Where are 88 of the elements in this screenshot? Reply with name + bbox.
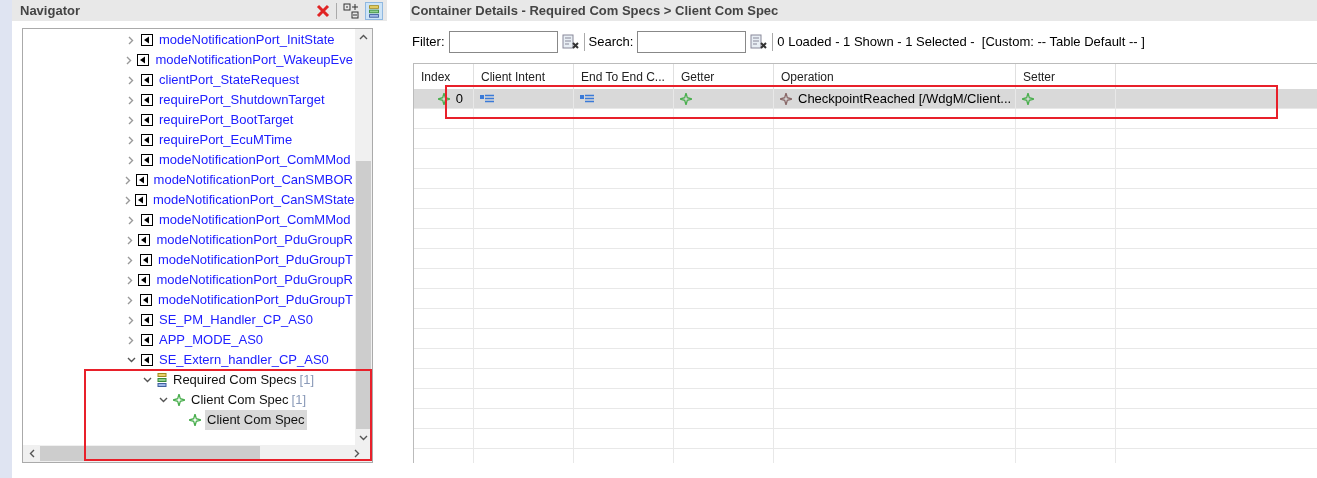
stack-icon	[157, 373, 167, 387]
star-icon	[437, 92, 450, 105]
tree-item[interactable]: Client Com Spec	[205, 410, 307, 430]
port-icon	[135, 194, 147, 206]
star-icon	[780, 92, 792, 105]
list-view-icon[interactable]	[365, 1, 383, 20]
filter-label: Filter:	[412, 33, 445, 52]
star-icon	[173, 394, 185, 406]
star-icon	[680, 92, 692, 105]
list-icon	[580, 93, 594, 104]
chevron-right-icon[interactable]	[128, 35, 134, 45]
search-field[interactable]	[637, 31, 747, 53]
scroll-up-icon[interactable]	[359, 34, 368, 40]
chevron-right-icon[interactable]	[128, 215, 134, 225]
port-icon	[141, 74, 153, 86]
port-icon	[135, 174, 148, 186]
item-count: [1]	[299, 371, 315, 390]
tree-item[interactable]: modeNotificationPort_CanSMBOR	[151, 170, 355, 190]
scrollbar-thumb[interactable]	[356, 161, 371, 429]
port-icon	[139, 254, 152, 266]
chevron-right-icon[interactable]	[128, 115, 134, 125]
chevron-right-icon[interactable]	[128, 155, 134, 165]
index-cell-text: 0	[455, 89, 463, 108]
panel-title: Navigator	[20, 1, 81, 20]
tree-item[interactable]: modeNotificationPort_ComMMod	[157, 150, 353, 170]
search-label: Search:	[588, 33, 634, 52]
port-icon	[141, 34, 153, 46]
chevron-right-icon[interactable]	[125, 195, 131, 205]
chevron-right-icon[interactable]	[126, 235, 133, 245]
tree-item[interactable]: requirePort_ShutdownTarget	[157, 90, 327, 110]
chevron-right-icon[interactable]	[128, 335, 134, 345]
tree-item[interactable]: modeNotificationPort_PduGroupR	[154, 230, 355, 250]
tree-item[interactable]: modeNotificationPort_InitState	[157, 30, 337, 50]
tree-item[interactable]: requirePort_BootTarget	[157, 110, 296, 130]
chevron-right-icon[interactable]	[127, 255, 134, 265]
tree-item[interactable]: SE_PM_Handler_CP_AS0	[157, 310, 315, 330]
status-text: 0 Loaded - 1 Shown - 1 Selected - [Custom: -- Table Default -- ]	[777, 33, 1145, 52]
expand-collapse-icon[interactable]	[343, 2, 359, 19]
chevron-right-icon[interactable]	[128, 95, 134, 105]
tree-item[interactable]: modeNotificationPort_PduGroupT	[155, 250, 355, 270]
clear-icon[interactable]	[561, 34, 580, 50]
tree-item[interactable]: modeNotificationPort_CanSMState	[151, 190, 355, 210]
chevron-right-icon[interactable]	[125, 175, 132, 185]
port-icon	[141, 94, 153, 106]
scroll-left-icon[interactable]	[28, 449, 35, 458]
chevron-down-icon[interactable]	[158, 397, 168, 403]
port-icon	[138, 234, 151, 246]
chevron-right-icon[interactable]	[128, 75, 134, 85]
port-icon	[141, 334, 153, 346]
item-count: [1]	[291, 391, 306, 410]
tree-item[interactable]: modeNotificationPort_WakeupEve	[153, 50, 355, 70]
port-icon	[141, 154, 153, 166]
chevron-right-icon[interactable]	[127, 295, 134, 305]
port-icon	[141, 354, 153, 366]
port-icon	[141, 134, 153, 146]
list-icon	[480, 93, 494, 104]
tree-item[interactable]: modeNotificationPort_PduGroupT	[155, 290, 355, 310]
tree-item[interactable]: requirePort_EcuMTime	[157, 130, 295, 150]
port-icon	[138, 274, 151, 286]
port-icon	[141, 214, 153, 226]
scroll-down-icon[interactable]	[359, 435, 368, 441]
chevron-right-icon[interactable]	[128, 135, 134, 145]
panel-title: Container Details - Required Com Specs > Client Com Spec	[411, 1, 779, 20]
tree-item[interactable]: SE_Extern_handler_CP_AS0	[157, 350, 331, 370]
clear-icon[interactable]	[750, 34, 769, 50]
tree-item[interactable]: modeNotificationPort_ComMMod	[157, 210, 353, 230]
tree-item[interactable]: clientPort_StateRequest	[157, 70, 302, 90]
tree-item[interactable]: modeNotificationPort_PduGroupR	[154, 270, 355, 290]
port-icon	[137, 54, 150, 66]
chevron-right-icon[interactable]	[128, 315, 134, 325]
chevron-down-icon[interactable]	[142, 377, 152, 383]
port-icon	[141, 114, 153, 126]
chevron-right-icon[interactable]	[126, 55, 133, 65]
tree-item[interactable]: APP_MODE_AS0	[157, 330, 266, 350]
scroll-right-icon[interactable]	[354, 449, 360, 458]
table-row[interactable]: 0 CheckpointReached [/WdgM/Client...	[414, 89, 1317, 109]
star-icon	[189, 414, 201, 426]
vertical-scrollbar[interactable]	[355, 29, 372, 445]
operation-cell-text: CheckpointReached [/WdgM/Client...	[798, 89, 1012, 108]
port-icon	[141, 314, 153, 326]
chevron-right-icon[interactable]	[126, 275, 133, 285]
tree-item[interactable]: Client Com Spec	[189, 390, 291, 410]
filter-field[interactable]	[448, 31, 558, 53]
close-icon[interactable]	[316, 3, 330, 18]
chevron-down-icon[interactable]	[126, 357, 136, 363]
tree-item[interactable]: Required Com Specs	[171, 370, 299, 390]
port-icon	[139, 294, 152, 306]
star-icon	[1022, 92, 1034, 105]
